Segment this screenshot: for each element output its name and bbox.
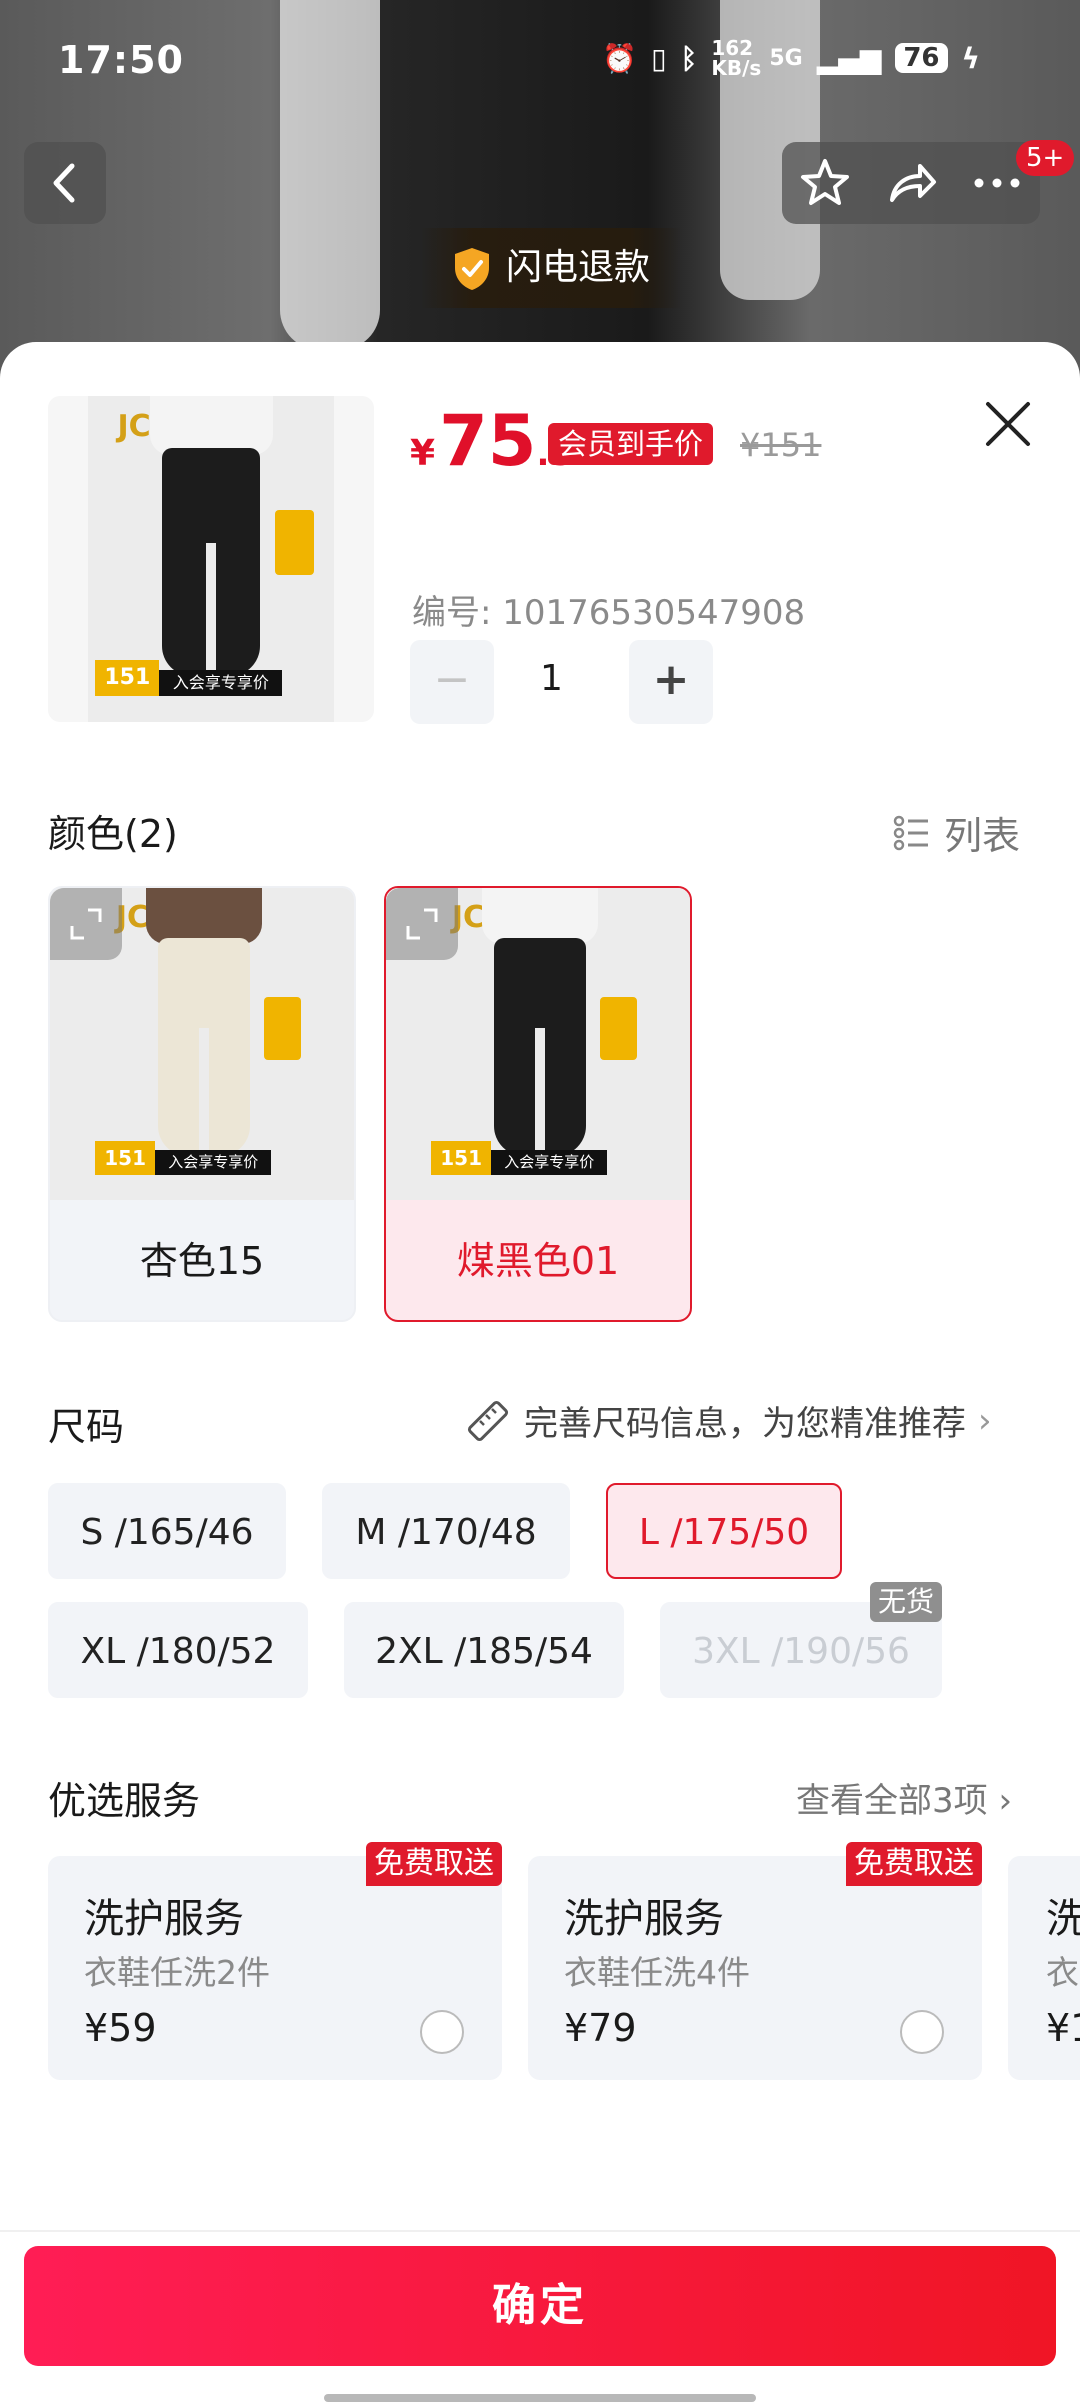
size-option-l[interactable]: L /175/50 [606,1483,842,1579]
out-of-stock-badge: 无货 [870,1582,943,1622]
service-card-partial[interactable]: 洗 衣 ¥1 [1008,1856,1080,2080]
service-card[interactable]: 洗护服务 衣鞋任洗2件 ¥59 免费取送 [48,1842,502,2080]
close-icon[interactable] [980,396,1036,452]
back-button[interactable] [24,142,106,224]
original-price: ¥151 [740,426,822,464]
service-radio[interactable] [420,2010,464,2054]
shirt-shape [149,396,273,455]
list-icon [893,815,928,850]
star-icon[interactable] [798,156,852,210]
product-image: JC 151 入会享专享价 [88,888,320,1200]
member-price-tag: 会员到手价 [548,423,714,465]
service-subtitle: 衣鞋任洗2件 [84,1953,270,1992]
service-price: ¥79 [564,2006,637,2050]
refund-banner: 闪电退款 [420,228,682,308]
status-time: 17:50 [58,38,184,82]
confirm-button[interactable]: 确定 [24,2246,1056,2366]
top-actions [782,142,1040,224]
spec-tag [274,510,315,576]
notification-badge: 5+ [1016,140,1075,176]
quantity-value[interactable]: 1 [540,658,563,699]
net-speed: 162 KB/s [711,36,762,80]
size-option-m[interactable]: M /170/48 [322,1483,570,1579]
chevron-right-icon: › [978,1400,992,1441]
service-card[interactable]: 洗护服务 衣鞋任洗4件 ¥79 免费取送 [528,1842,982,2080]
service-price: ¥1 [1046,2006,1080,2050]
service-title: 洗护服务 [84,1896,244,1942]
refund-label: 闪电退款 [505,247,650,288]
color-section-title: 颜色(2) [48,812,178,856]
more-icon[interactable] [970,156,1024,210]
price-integer: 75 [439,400,537,482]
color-option-label: 杏色15 [139,1239,265,1283]
charging-icon: ϟ [961,41,980,75]
sku-number: 编号: 10176530547908 [412,593,806,633]
leg-gap [199,1028,209,1169]
size-option-xl[interactable]: XL /180/52 [48,1602,308,1698]
battery-level: 76 [895,43,948,73]
size-section-title: 尺码 [48,1405,125,1449]
option-vip-tag: 入会享专享价 [155,1150,272,1176]
expand-icon[interactable] [386,888,458,960]
size-guide-label: 完善尺码信息，为您精准推荐 [524,1404,966,1444]
ruler-icon [467,1400,509,1441]
size-option-2xl[interactable]: 2XL /185/54 [344,1602,624,1698]
free-pickup-badge: 免费取送 [846,1842,982,1886]
service-price: ¥59 [84,2006,157,2050]
thumb-vip-tag: 入会享专享价 [159,669,283,696]
product-thumbnail[interactable]: JC 151 入会享专享价 [48,396,374,722]
shirt-shape [482,888,598,945]
leg-gap [535,1028,545,1169]
shield-check-icon [454,248,489,290]
thumb-price-tag: 151 [95,660,160,696]
product-image: JC 151 入会享专享价 [88,396,334,722]
leg-gap [206,542,216,690]
status-bar: 17:50 ⏰ ▯ ᛒ 162 KB/s 5G ▂▄▆ 76 ϟ [0,0,1080,120]
product-image: JC 151 入会享专享价 [424,888,656,1200]
network-type: 5G [769,45,803,71]
signal-icon: ▂▄▆ [816,41,882,75]
size-option-s[interactable]: S /165/46 [48,1483,286,1579]
share-icon[interactable] [884,156,938,210]
list-toggle-label: 列表 [944,814,1021,858]
service-subtitle: 衣鞋任洗4件 [564,1953,750,1992]
quantity-decrease-button[interactable]: − [410,640,494,724]
expand-icon[interactable] [50,888,122,960]
color-option-label: 煤黑色01 [456,1239,620,1283]
footer-divider [0,2230,1080,2232]
vibrate-icon: ▯ [651,41,667,75]
alarm-icon: ⏰ [602,41,638,75]
service-radio[interactable] [900,2010,944,2054]
size-guide-link[interactable]: 完善尺码信息，为您精准推荐 › [464,1396,992,1445]
color-option-apricot[interactable]: JC 151 入会享专享价 杏色15 [48,886,356,1322]
service-subtitle: 衣 [1046,1953,1079,1992]
quantity-increase-button[interactable]: + [629,640,713,724]
bluetooth-icon: ᛒ [680,41,698,75]
free-pickup-badge: 免费取送 [366,1842,502,1886]
spec-tag [600,997,638,1060]
list-view-toggle[interactable]: 列表 [892,805,1020,860]
shirt-shape [146,888,262,945]
status-icons: ⏰ ▯ ᛒ 162 KB/s 5G ▂▄▆ 76 ϟ [602,38,980,78]
option-price-tag: 151 [94,1140,156,1176]
option-vip-tag: 入会享专享价 [491,1150,608,1176]
chevron-left-icon [53,163,75,203]
price-currency: ¥ [410,433,436,474]
home-indicator[interactable] [324,2394,756,2402]
service-title: 洗护服务 [564,1896,724,1942]
option-price-tag: 151 [430,1140,492,1176]
color-option-black[interactable]: JC 151 入会享专享价 煤黑色01 [384,886,692,1322]
service-title: 洗 [1046,1896,1080,1942]
spec-tag [264,997,302,1060]
services-section-title: 优选服务 [48,1779,201,1823]
see-all-services-link[interactable]: 查看全部3项 › [796,1773,1012,1822]
